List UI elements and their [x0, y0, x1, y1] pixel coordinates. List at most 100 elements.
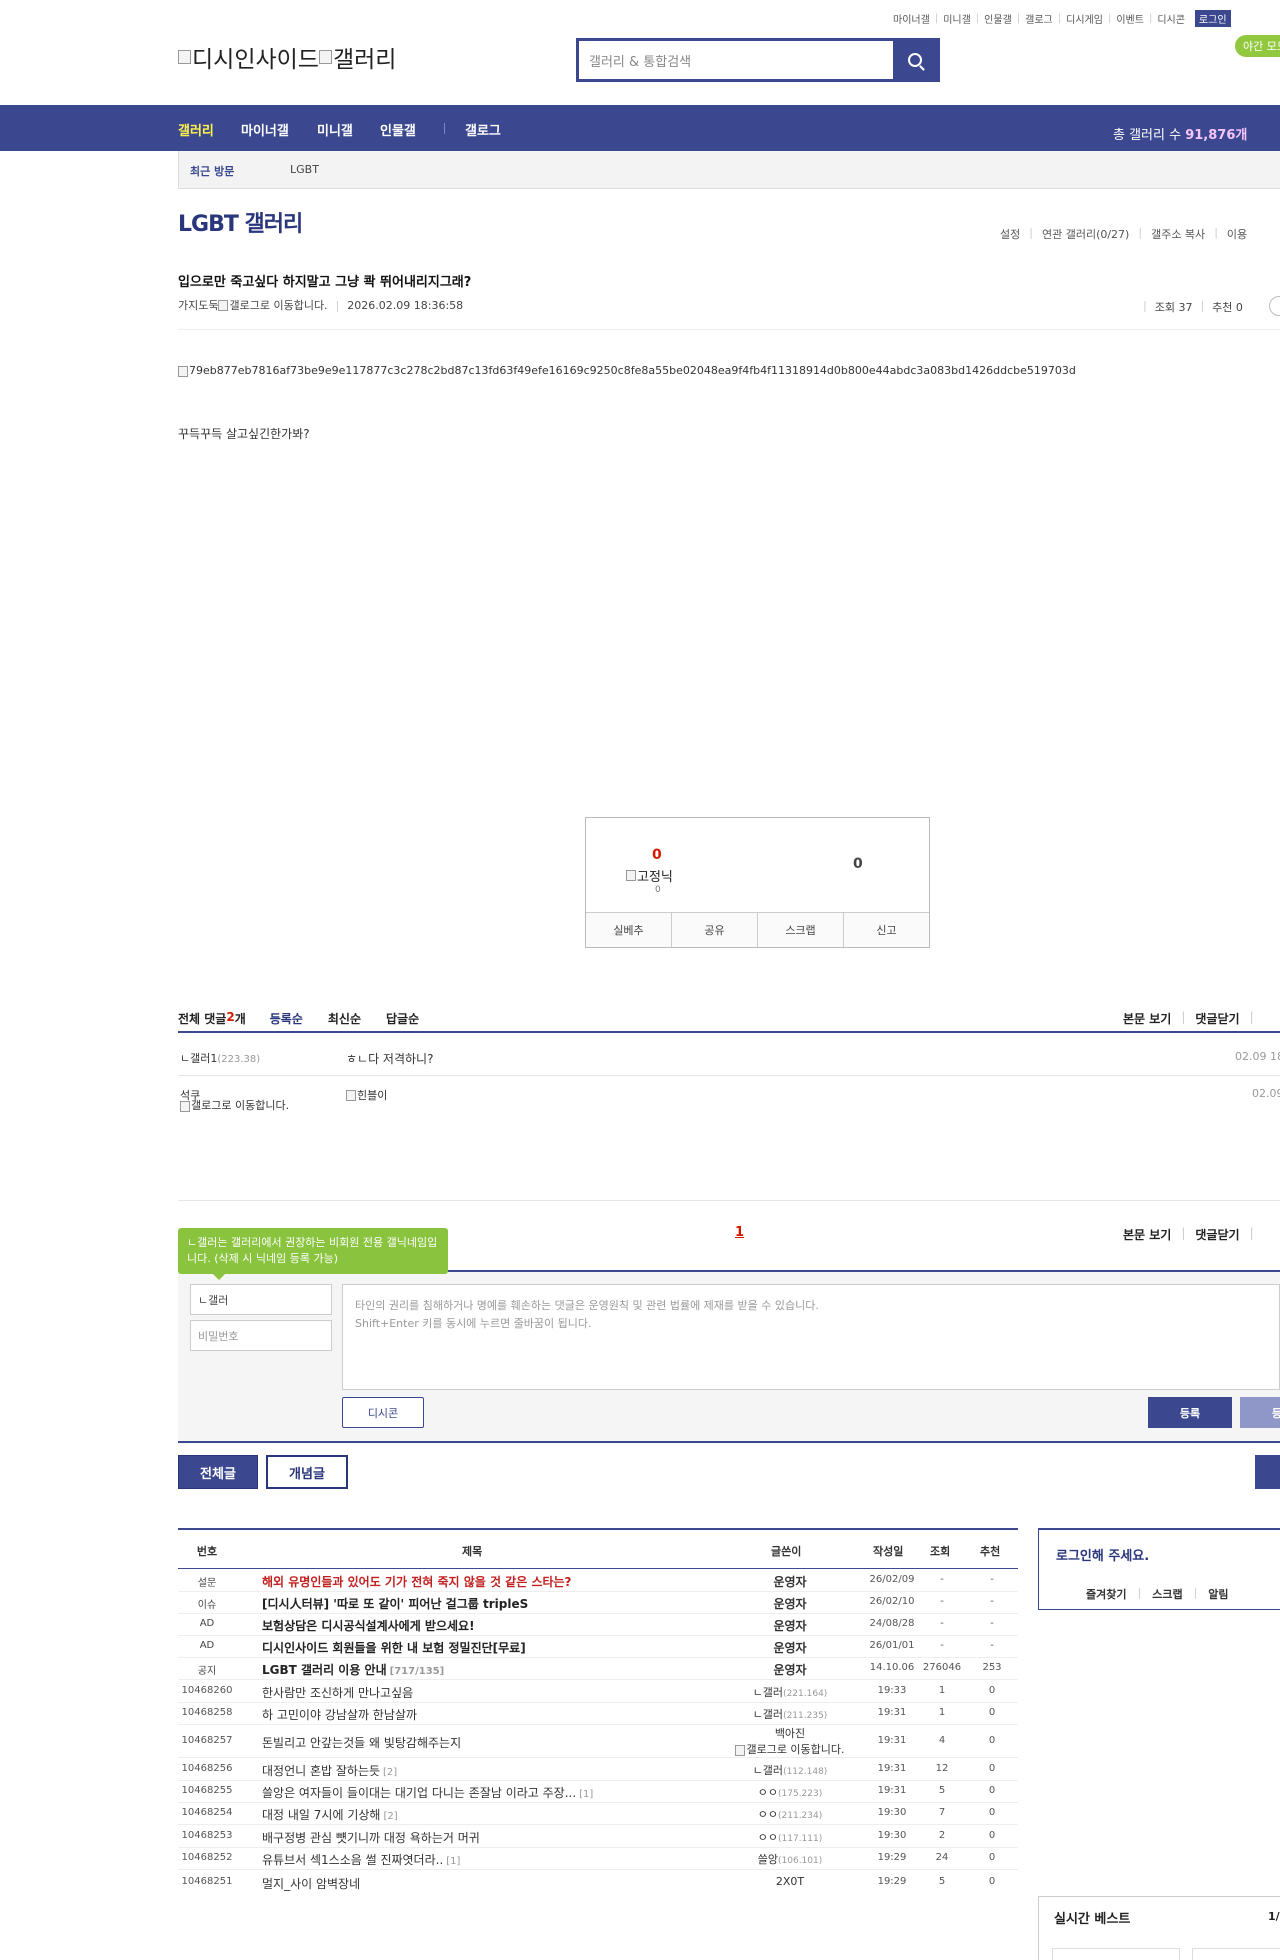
- submit-comment-button[interactable]: 등록: [1148, 1397, 1232, 1428]
- row-writer[interactable]: 2X0T: [700, 1875, 880, 1888]
- best-thumbnail[interactable]: [1192, 1948, 1280, 1960]
- report-button[interactable]: 신고: [844, 913, 929, 947]
- row-writer[interactable]: 백아진 갤로그로 이동합니다.: [700, 1725, 880, 1757]
- row-writer[interactable]: ㄴ갤러(221.164): [700, 1684, 880, 1700]
- col-header-rec: 추천: [980, 1545, 1001, 1558]
- tab-best-posts[interactable]: 개념글: [266, 1455, 348, 1489]
- util-link[interactable]: 이벤트: [1116, 11, 1144, 26]
- post-author[interactable]: 가지도둑: [178, 297, 218, 313]
- row-title[interactable]: 대정 내일 7시에 기상해 [2]: [262, 1806, 732, 1823]
- dccon-button[interactable]: 디시콘: [342, 1397, 424, 1428]
- recent-visit-item[interactable]: LGBT: [290, 163, 319, 176]
- password-field[interactable]: 비밀번호: [190, 1320, 332, 1351]
- util-link[interactable]: 디시콘: [1157, 11, 1185, 26]
- login-button[interactable]: 로그인: [1194, 10, 1231, 27]
- gallery-title[interactable]: LGBT 갤러리: [178, 206, 303, 238]
- tab-all-posts[interactable]: 전체글: [178, 1455, 258, 1489]
- write-post-button[interactable]: [1255, 1455, 1280, 1489]
- scrap-button[interactable]: 스크랩: [758, 913, 844, 947]
- row-title[interactable]: 하 고민이야 강남살까 한남살까: [262, 1706, 732, 1723]
- util-link[interactable]: 갤로그: [1025, 11, 1053, 26]
- row-writer[interactable]: ㅇㅇ(211.234): [700, 1806, 880, 1822]
- row-writer[interactable]: 쓸앙(106.101): [700, 1851, 880, 1867]
- close-comments-link[interactable]: 댓글닫기: [1195, 1226, 1239, 1243]
- row-reply-count[interactable]: [1]: [579, 1789, 593, 1800]
- row-writer[interactable]: ㄴ갤러(112.148): [700, 1762, 880, 1778]
- view-body-link[interactable]: 본문 보기: [1123, 1226, 1171, 1243]
- row-writer[interactable]: 운영자: [700, 1573, 880, 1590]
- row-recommends: 0: [988, 1685, 996, 1696]
- search-button[interactable]: [893, 41, 937, 79]
- search-input[interactable]: 갤러리 & 통합검색: [579, 41, 893, 79]
- row-title-text: 유튜브서 섹1스소음 썰 진짜엿더라..: [262, 1853, 444, 1867]
- row-views: 12: [935, 1763, 949, 1774]
- row-writer[interactable]: ㄴ갤러(211.235): [700, 1706, 880, 1722]
- notification-link[interactable]: 알림: [1208, 1586, 1228, 1602]
- row-date: 19:31: [877, 1763, 907, 1774]
- row-title[interactable]: 한사람만 조신하게 만나고싶음: [262, 1684, 732, 1701]
- nav-item-gallog[interactable]: 갤로그: [465, 120, 501, 139]
- comment-author[interactable]: ㄴ갤러1(223.38): [180, 1050, 260, 1066]
- nickname-field[interactable]: ㄴ갤러: [190, 1284, 332, 1315]
- row-title[interactable]: [디시人터뷰] '따로 또 같이' 피어난 걸그룹 tripleS: [262, 1595, 732, 1612]
- row-reply-count[interactable]: [2]: [383, 1767, 397, 1778]
- sort-registered[interactable]: 등록순: [270, 1010, 303, 1027]
- row-writer-ip: (211.235): [783, 1711, 828, 1721]
- row-title[interactable]: 쓸앙은 여자들이 들이대는 대기업 다니는 존잘남 이라고 주장... [1]: [262, 1784, 732, 1801]
- copy-address-link[interactable]: 갤주소 복사: [1151, 226, 1205, 242]
- row-title[interactable]: 배구정병 관심 뻇기니까 대정 욕하는거 머귀: [262, 1829, 732, 1846]
- util-link[interactable]: 디시게임: [1066, 11, 1103, 26]
- sort-replies[interactable]: 답글순: [386, 1010, 419, 1027]
- row-title[interactable]: 멀지_사이 암벽장네: [262, 1875, 732, 1892]
- view-body-link[interactable]: 본문 보기: [1123, 1010, 1171, 1027]
- row-writer[interactable]: 운영자: [700, 1639, 880, 1656]
- nav-item-minor[interactable]: 마이너갤: [241, 120, 289, 139]
- row-reply-count[interactable]: [2]: [383, 1811, 397, 1822]
- night-mode-button[interactable]: 야간 모드: [1235, 35, 1280, 57]
- submit-reply-button[interactable]: 등록: [1240, 1397, 1280, 1428]
- gallery-settings-link[interactable]: 설정: [1000, 226, 1020, 242]
- best-thumbnail[interactable]: [1052, 1948, 1180, 1960]
- row-title[interactable]: 보험상담은 디시공식설계사에게 받으세요!: [262, 1617, 732, 1634]
- row-writer[interactable]: ㅇㅇ(175.223): [700, 1784, 880, 1800]
- row-writer[interactable]: ㅇㅇ(117.111): [700, 1829, 880, 1845]
- more-options-button[interactable]: [1269, 296, 1280, 316]
- comment-textarea[interactable]: 타인의 권리를 침해하거나 명예를 훼손하는 댓글은 운영원칙 및 관련 법률에…: [342, 1284, 1280, 1390]
- row-writer[interactable]: 운영자: [700, 1661, 880, 1678]
- row-title[interactable]: 디시인사이드 회원들을 위한 내 보험 정밀진단[무료]: [262, 1639, 732, 1656]
- row-title[interactable]: 대정언니 혼밥 잘하는듯 [2]: [262, 1762, 732, 1779]
- comment-gallog-link[interactable]: 갤로그로 이동합니다.: [180, 1100, 310, 1112]
- share-button[interactable]: 공유: [672, 913, 758, 947]
- row-title[interactable]: 돈빌리고 안갚는것들 왜 빛탕감해주는지: [262, 1734, 732, 1751]
- divider: |: [1107, 13, 1112, 24]
- util-link[interactable]: 마이너갤: [893, 11, 930, 26]
- util-link[interactable]: 미니갤: [943, 11, 971, 26]
- nav-item-person[interactable]: 인물갤: [380, 120, 416, 139]
- row-reply-count[interactable]: [1]: [446, 1856, 460, 1867]
- gallog-link[interactable]: 갤로그로 이동합니다.: [700, 1741, 880, 1757]
- comment-page-current[interactable]: 1: [735, 1225, 744, 1240]
- sort-latest[interactable]: 최신순: [328, 1010, 361, 1027]
- util-link[interactable]: 인물갤: [984, 11, 1012, 26]
- divider: |: [934, 13, 939, 24]
- related-gallery-link[interactable]: 연관 갤러리(0/27): [1042, 226, 1129, 242]
- row-reply-count[interactable]: [717/135]: [390, 1666, 445, 1677]
- real-best-button[interactable]: 실베추: [586, 913, 672, 947]
- login-prompt[interactable]: 로그인해 주세요.: [1056, 1545, 1149, 1564]
- row-title[interactable]: LGBT 갤러리 이용 안내 [717/135]: [262, 1661, 732, 1678]
- row-writer[interactable]: 운영자: [700, 1595, 880, 1612]
- favorites-link[interactable]: 즐겨찾기: [1086, 1586, 1126, 1602]
- scrap-link[interactable]: 스크랩: [1152, 1586, 1182, 1602]
- row-title-text: 해외 유명인들과 있어도 기가 전혀 죽지 않을 것 같은 스타는?: [262, 1575, 572, 1589]
- close-comments-link[interactable]: 댓글닫기: [1195, 1010, 1239, 1027]
- recent-visit-bar: [178, 151, 1280, 189]
- gallog-icon[interactable]: [218, 299, 229, 311]
- nav-item-gallery[interactable]: 갤러리: [178, 120, 214, 139]
- site-logo[interactable]: 디시인사이드 갤러리: [178, 40, 396, 74]
- usage-link[interactable]: 이용: [1227, 226, 1247, 242]
- row-title[interactable]: 해외 유명인들과 있어도 기가 전혀 죽지 않을 것 같은 스타는?: [262, 1573, 732, 1590]
- nav-item-mini[interactable]: 미니갤: [317, 120, 353, 139]
- row-writer[interactable]: 운영자: [700, 1617, 880, 1634]
- row-date: 14.10.06: [869, 1662, 915, 1673]
- row-title[interactable]: 유튜브서 섹1스소음 썰 진짜엿더라.. [1]: [262, 1851, 732, 1868]
